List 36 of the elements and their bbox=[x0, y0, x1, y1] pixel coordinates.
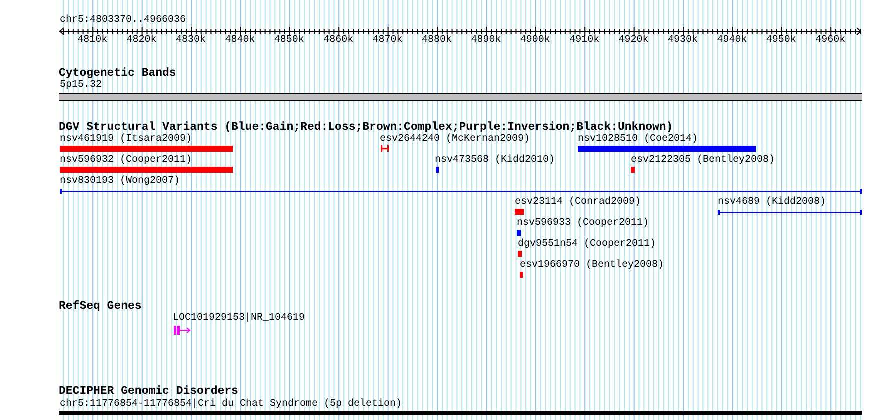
disorder-label: chr5:11776854-11776854|Cri du Chat Syndrome (5p deletion) bbox=[60, 400, 402, 410]
ruler-tick-label: 4820k bbox=[126, 36, 157, 46]
track-title[interactable]: Cytogenetic Bands bbox=[59, 68, 176, 80]
ruler-tick-label: 4960k bbox=[816, 36, 846, 46]
variant-label[interactable]: nsv461919 (Itsara2009) bbox=[60, 135, 192, 145]
variant-label[interactable]: dgv9551n54 (Cooper2011) bbox=[518, 240, 656, 250]
ruler-tick-label: 4930k bbox=[668, 36, 698, 46]
variant-label[interactable]: esv2644240 (McKernan2009) bbox=[380, 135, 530, 145]
ruler-tick-label: 4830k bbox=[176, 36, 206, 46]
variant-label[interactable]: esv23114 (Conrad2009) bbox=[515, 198, 642, 208]
ruler-tick-label: 4910k bbox=[570, 36, 600, 46]
variant-label[interactable]: nsv4689 (Kidd2008) bbox=[718, 198, 826, 208]
ruler-tick-label: 4900k bbox=[520, 36, 550, 46]
variant-label[interactable]: nsv473568 (Kidd2010) bbox=[435, 156, 556, 166]
variant-label[interactable]: esv2122305 (Bentley2008) bbox=[631, 156, 776, 166]
track-title[interactable]: DGV Structural Variants (Blue:Gain;Red:Loss;Brown:Complex;Purple:Inversion;Black:Unknown) bbox=[59, 122, 674, 134]
track-title[interactable]: DECIPHER Genomic Disorders bbox=[59, 386, 238, 398]
band-label: 5p15.32 bbox=[60, 81, 102, 91]
ruler-tick-label: 4860k bbox=[324, 36, 354, 46]
ruler-title: chr5:4803370..4966036 bbox=[60, 16, 186, 26]
ruler-tick-label: 4850k bbox=[274, 36, 304, 46]
variant-label[interactable]: nsv830193 (Wong2007) bbox=[60, 177, 180, 187]
variant-label[interactable]: nsv596932 (Cooper2011) bbox=[60, 156, 192, 166]
ruler-tick-label: 4880k bbox=[422, 36, 452, 46]
variant-label[interactable]: nsv1028510 (Coe2014) bbox=[578, 135, 698, 145]
variant-label[interactable]: nsv596933 (Cooper2011) bbox=[517, 219, 650, 229]
gene-label[interactable]: LOC101929153|NR_104619 bbox=[173, 314, 306, 324]
ruler-tick-label: 4840k bbox=[225, 36, 256, 46]
ruler-tick-label: 4810k bbox=[78, 36, 108, 46]
ruler-tick-label: 4940k bbox=[717, 36, 748, 46]
ruler-tick-label: 4920k bbox=[618, 36, 649, 46]
ruler-tick-label: 4870k bbox=[372, 36, 403, 46]
variant-label[interactable]: esv1966970 (Bentley2008) bbox=[520, 261, 664, 271]
ruler-tick-label: 4890k bbox=[471, 36, 502, 46]
ruler-tick-label: 4950k bbox=[766, 36, 796, 46]
track-title[interactable]: RefSeq Genes bbox=[59, 301, 142, 312]
